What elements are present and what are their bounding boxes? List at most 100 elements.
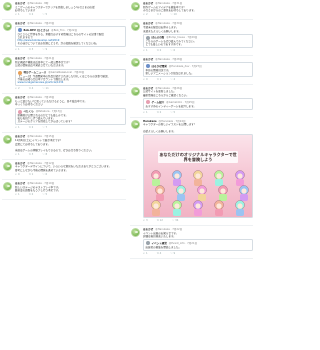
author-name[interactable]: はるかぜ xyxy=(143,58,153,61)
reply-button[interactable]: ↩ 2 xyxy=(143,13,148,16)
like-button[interactable]: ♡ 4 xyxy=(170,78,175,81)
retweet-button[interactable]: ⟲ 3 xyxy=(157,13,162,16)
tweet-post[interactable]: はるかぜ @Harukaze · 7月12日 キャラクターデザインについて、いろいろ… xyxy=(2,161,126,176)
reply-button[interactable]: ↩ 0 xyxy=(143,78,148,81)
quoted-tweet[interactable]: Bob.DEV (ひとさら) @Bob_Tiro · 7月22日 ひとさらに世界を作… xyxy=(15,26,126,48)
tweet-post[interactable]: はるかぜ @Harukaze · 7月26日 公式サイトを更新しました。 最新情報はこ… xyxy=(130,86,253,114)
quoted-author-name[interactable]: ゲーム紹介 xyxy=(152,101,165,104)
quoted-author-name[interactable]: はるかぜ開発 xyxy=(152,65,167,68)
author-name[interactable]: はるかぜ xyxy=(15,22,25,25)
like-button[interactable]: ♡ 8 xyxy=(42,153,47,156)
quoted-author-name[interactable]: Bob.DEV (ひとさら) xyxy=(24,29,50,32)
like-button[interactable]: ♡ 5 xyxy=(42,193,47,196)
reply-button[interactable]: ↩ 1 xyxy=(143,252,148,255)
quoted-tweet[interactable]: はるかぜ開発 @Harukaze_dev · 7月27日 本日の開発日記です。 新しい… xyxy=(143,62,253,77)
tweet-post[interactable]: はるかぜ @Harukaze · 7月10日 新しいステージのテストプレイ中です。難… xyxy=(2,182,126,196)
avatar[interactable] xyxy=(3,182,12,192)
retweet-button[interactable]: ⟲ 2 xyxy=(157,111,162,114)
timeline-page: はるかぜ @Harukaze · 8時 ミニゲームのキャラクターでクリアを目指しまし… xyxy=(0,0,255,350)
reply-button[interactable]: ↩ 1 xyxy=(143,49,148,52)
quoted-author-name[interactable]: イベント運営 xyxy=(152,242,167,245)
tweet-post[interactable]: はるかぜ @Harukaze · 7月22日 イベント出展のお知らせです。 詳細は後日… xyxy=(130,228,253,255)
tweet-post[interactable]: はるかぜ @Harukaze · 7月31日 新作ゲームのアイデアを募集中です! みな… xyxy=(130,2,253,16)
like-button[interactable]: ♡ 34 xyxy=(172,219,178,222)
quoted-author-name[interactable]: ぺたくら xyxy=(24,110,34,113)
retweet-button[interactable]: ⟲ 2 xyxy=(29,126,34,129)
retweet-button[interactable]: ⟲ 2 xyxy=(157,49,162,52)
avatar[interactable] xyxy=(131,119,140,129)
like-button[interactable]: ♡ 5 xyxy=(170,111,175,114)
like-button[interactable]: ♡ 7 xyxy=(42,126,47,129)
quoted-tweet[interactable]: ぽんぷの館 @Pump_house · 7月29日 こちらのゲームもぜひ遊んでみてく… xyxy=(143,33,253,49)
like-button[interactable]: ♡ 11 xyxy=(42,87,48,90)
quoted-tweet[interactable]: ぺたくら @Petakura · 7月17日 新機能が公開されるのがとても楽しみです… xyxy=(15,107,126,126)
quoted-tweet[interactable]: 地方ゲームニュース @GameNewsLocal · 7月20日 【ニュース】今週開… xyxy=(15,68,126,87)
avatar[interactable] xyxy=(3,96,12,106)
author-name[interactable]: はるかぜ xyxy=(15,96,25,99)
quoted-text: おすすめのインディーゲームを紹介します。 xyxy=(146,105,251,108)
tweet-post[interactable]: はるかぜ @Harukaze · 7月18日 もっと遊びたい!と思っていただけるよう… xyxy=(2,96,126,129)
retweet-button[interactable]: ⟲ 3 xyxy=(29,48,34,51)
author-name[interactable]: はるかぜ xyxy=(15,57,25,60)
quoted-author-name[interactable]: ぽんぷの館 xyxy=(152,36,165,39)
tweet-post[interactable]: はるかぜ @Harukaze · 7月23日 Bob.DEV (ひとさら) @Bob_… xyxy=(2,22,126,51)
retweet-button[interactable]: ⟲ 4 xyxy=(157,252,162,255)
like-button[interactable]: ♡ 6 xyxy=(42,173,47,176)
retweet-button[interactable]: ⟲ 1 xyxy=(157,78,162,81)
avatar[interactable] xyxy=(3,161,12,171)
avatar[interactable] xyxy=(131,22,140,32)
quoted-avatar xyxy=(17,109,22,114)
like-button[interactable]: ♡ 5 xyxy=(42,13,47,16)
retweet-button[interactable]: ⟲ 3 xyxy=(29,153,34,156)
tweet-post[interactable]: はるかぜ @Harukaze · 7月30日 今週末の配信はお休みします。 来週またよ… xyxy=(130,22,253,52)
avatar[interactable] xyxy=(131,86,140,96)
retweet-button[interactable]: ⟲ 4 xyxy=(29,87,34,90)
retweet-button[interactable]: ⟲ 1 xyxy=(29,173,34,176)
quoted-tweet[interactable]: イベント運営 @Event_info · 7月21日 出展者の募集を開始しました。 xyxy=(143,239,253,252)
retweet-button[interactable]: ⟲ 2 xyxy=(29,193,34,196)
author-name[interactable]: はるかぜ xyxy=(15,135,25,138)
post-divider xyxy=(130,116,253,118)
tweet-text-line: 来週またよろしくお願いします。 xyxy=(143,29,181,33)
reply-button[interactable]: ↩ 1 xyxy=(15,13,20,16)
reply-button[interactable]: ↩ 2 xyxy=(15,87,20,90)
author-name[interactable]: はるかぜ xyxy=(143,2,153,5)
avatar[interactable] xyxy=(3,2,12,11)
avatar[interactable] xyxy=(131,228,140,238)
quoted-avatar xyxy=(17,70,22,75)
avatar[interactable] xyxy=(131,58,140,68)
tweet-text: 今週末の配信はお休みします。 来週またよろしくお願いします。 xyxy=(143,26,253,33)
like-button[interactable]: ♡ 6 xyxy=(170,49,175,52)
reply-button[interactable]: ↩ 3 xyxy=(143,219,148,222)
retweet-button[interactable]: ⟲ 12 xyxy=(157,219,163,222)
quoted-tweet[interactable]: ゲーム紹介 @GameIntro · 7月25日 おすすめのインディーゲームを紹介し… xyxy=(143,98,253,110)
tweet-post[interactable]: Harukaze @Harukaze · 7月24日 キャラクターの新しいイラストを… xyxy=(130,119,253,222)
avatar[interactable] xyxy=(3,22,12,32)
reply-button[interactable]: ↩ 0 xyxy=(15,173,20,176)
avatar[interactable] xyxy=(3,57,12,67)
promo-image[interactable]: あなただけのオリジナルキャラクターで世界を冒険しよう xyxy=(143,134,253,219)
tweet-text-line: 会場にてお待ちしております。 xyxy=(15,142,51,146)
tweet-post[interactable]: はるかぜ @Harukaze · 7月15日 11月4日(土)にイベントで展示予定で… xyxy=(2,135,126,156)
avatar[interactable] xyxy=(131,2,140,11)
author-name[interactable]: はるかぜ xyxy=(15,2,25,5)
retweet-button[interactable]: ⟲ 2 xyxy=(29,13,34,16)
reply-button[interactable]: ↩ 1 xyxy=(15,126,20,129)
tweet-text-line: お待ちしています xyxy=(15,9,36,13)
reply-button[interactable]: ↩ 1 xyxy=(15,48,20,51)
reply-button[interactable]: ↩ 1 xyxy=(15,193,20,196)
tweet-post[interactable]: はるかぜ @Harukaze · 7月28日 はるかぜ開発 @Harukaze_dev… xyxy=(130,58,253,81)
avatar[interactable] xyxy=(3,135,12,145)
author-name[interactable]: はるかぜ xyxy=(15,182,25,185)
like-button[interactable]: ♡ 9 xyxy=(170,252,175,255)
author-name[interactable]: はるかぜ xyxy=(143,22,153,25)
author-name[interactable]: はるかぜ xyxy=(143,228,153,231)
quoted-text: ひとさらに世界を作る、素敵なおすすめ情報はこちらのサイトの記事で配信 されますので… xyxy=(18,33,124,45)
like-button[interactable]: ♡ 10 xyxy=(170,13,176,16)
tweet-post[interactable]: はるかぜ @Harukaze · 7月21日 新企画紹介機能は近日中にて一般公開予定… xyxy=(2,57,126,90)
quoted-author-name[interactable]: 地方ゲームニュース xyxy=(24,71,47,74)
like-button[interactable]: ♡ 9 xyxy=(42,48,47,51)
reply-button[interactable]: ↩ 1 xyxy=(15,153,20,156)
tweet-post[interactable]: はるかぜ @Harukaze · 8時 ミニゲームのキャラクターでクリアを目指しまし… xyxy=(2,2,126,16)
reply-button[interactable]: ↩ 1 xyxy=(143,111,148,114)
